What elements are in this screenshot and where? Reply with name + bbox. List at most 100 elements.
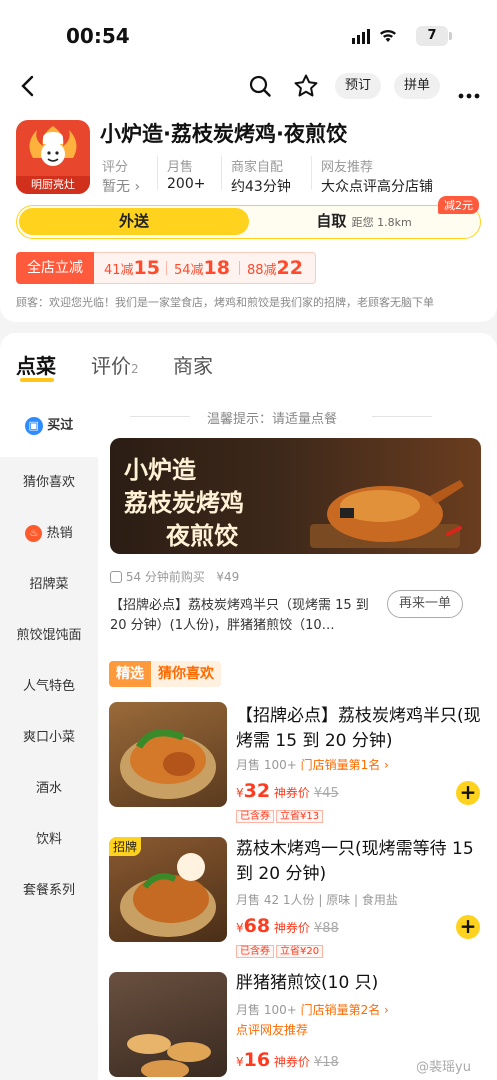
coupon-saving: 立省¥20 [276, 945, 324, 958]
sidebar-item-label: 买过 [47, 418, 74, 433]
stat-label-recommend: 网友推荐 [321, 160, 374, 175]
pickup-discount-badge: 减2元 [438, 196, 479, 214]
category-sidebar: ▣ 买过 猜你喜欢 ♨ 热销 招牌菜 煎饺馄饨面 人气特色 爽口小菜 酒水 饮料… [0, 395, 98, 1080]
product-name[interactable]: 荔枝木烤鸡一只(现烤需等待 15 到 20 分钟) [236, 837, 484, 887]
status-bar: 00:54 7 [0, 0, 497, 66]
back-icon[interactable] [18, 74, 38, 102]
promo-item: 54减18 [174, 253, 230, 286]
stat-value-recommend: 大众点评高分店铺 [321, 179, 433, 195]
stat-value-rating: 暂无 [102, 179, 130, 195]
fire-icon: ♨ [25, 525, 43, 542]
sidebar-item-bought[interactable]: ▣ 买过 [0, 395, 98, 457]
stat-label-delivery: 商家自配 [231, 160, 284, 175]
section-tag-guess: 猜你喜欢 [151, 661, 221, 687]
more-icon[interactable] [458, 84, 480, 103]
delivery-mode-toggle: 外送 自取 距您 1.8km [16, 205, 481, 239]
divider [221, 156, 222, 190]
product-sales: 月售 42 1人份 | 原味 | 食用盐 [236, 893, 398, 907]
divider [372, 416, 432, 417]
battery-cap [449, 32, 452, 40]
sidebar-item-popular[interactable]: 人气特色 [0, 661, 98, 712]
bag-icon: ▣ [24, 416, 43, 435]
coupon-included: 已含券 [236, 945, 274, 958]
product-rank: 门店销量第2名 › [300, 1003, 389, 1017]
roast-chicken-icon [310, 480, 464, 548]
sidebar-item-signature[interactable]: 招牌菜 [0, 559, 98, 610]
promo-amount: 22 [276, 257, 303, 279]
product-image[interactable] [109, 972, 227, 1077]
promo-item: 88减22 [247, 253, 303, 286]
product-price-tag: 神券价 [273, 921, 310, 935]
promo-item: 41减15 [104, 253, 160, 286]
sidebar-item-drinks[interactable]: 饮料 [0, 814, 98, 865]
stat-rating[interactable]: 暂无 › [102, 176, 140, 196]
reorder-button[interactable]: 再来一单 [387, 590, 463, 618]
tab-order[interactable]: 点菜 [16, 350, 56, 379]
tab-reviews[interactable]: 评价2 [91, 350, 139, 379]
product-name[interactable]: 【招牌必点】荔枝炭烤鸡半只(现烤需 15 到 20 分钟) [236, 704, 484, 754]
sidebar-item-label: 热销 [46, 526, 73, 541]
store-banner[interactable]: 小炉造 荔枝炭烤鸡 夜煎饺 [110, 438, 481, 554]
promo-threshold: 54减 [174, 263, 204, 278]
sidebar-item-dumplings[interactable]: 煎饺馄饨面 [0, 610, 98, 661]
product-rank: 门店销量第1名 › [300, 758, 389, 772]
last-order-meta: 54 分钟前购买 ¥49 [110, 568, 239, 585]
watermark: @裴瑶yu [416, 1060, 471, 1075]
product-note: 点评网友推荐 [236, 1023, 309, 1037]
promo-amount: 15 [133, 257, 160, 279]
product-name[interactable]: 胖猪猪煎饺(10 只) [236, 971, 484, 996]
product-price-row: ¥68 神券价 ¥88 [236, 915, 339, 937]
book-button[interactable]: 预订 [335, 73, 381, 99]
tab-reviews-count: 2 [131, 362, 139, 376]
product-original-price: ¥88 [313, 921, 339, 936]
star-icon[interactable] [293, 73, 319, 103]
product-image[interactable] [109, 702, 227, 807]
sidebar-item-combos[interactable]: 套餐系列 [0, 865, 98, 916]
signature-badge: 招牌 [109, 837, 142, 856]
search-icon[interactable] [248, 74, 272, 102]
chef-logo-icon [29, 126, 77, 166]
promo-main-tag[interactable]: 全店立减 [16, 252, 94, 284]
sidebar-item-alcohol[interactable]: 酒水 [0, 763, 98, 814]
product-price: 32 [243, 780, 271, 802]
store-logo: 明厨亮灶 [16, 120, 90, 194]
status-time: 00:54 [66, 24, 130, 48]
coupon-saving: 立省¥13 [276, 810, 324, 823]
stat-value-sales: 200+ [167, 176, 206, 192]
product-original-price: ¥18 [313, 1055, 339, 1070]
product-sales-row: 月售 100+ 门店销量第2名 › [236, 1001, 389, 1018]
divider [157, 156, 158, 190]
battery-icon: 7 [416, 26, 448, 46]
add-to-cart-button[interactable]: + [456, 915, 480, 939]
sidebar-item-sides[interactable]: 爽口小菜 [0, 712, 98, 763]
product-sales-row: 月售 100+ 门店销量第1名 › [236, 756, 389, 773]
pickup-distance: 距您 1.8km [351, 216, 412, 229]
sidebar-item-guess[interactable]: 猜你喜欢 [0, 457, 98, 508]
tab-underline [20, 378, 54, 382]
last-order-desc: 【招牌必点】荔枝炭烤鸡半只（现烤需 15 到 20 分钟）(1人份)，胖猪猪煎饺… [110, 598, 369, 633]
divider [311, 156, 312, 190]
promo-amount: 18 [203, 257, 230, 279]
sidebar-item-hot[interactable]: ♨ 热销 [0, 508, 98, 559]
clock-icon [110, 571, 122, 583]
delivery-tab[interactable]: 外送 [19, 208, 249, 235]
store-notice: 顾客：欢迎您光临！我们是一家堂食店，烤鸡和煎饺是我们家的招牌，老顾客无脑下单 [16, 296, 434, 309]
product-price-row: ¥16 神券价 ¥18 [236, 1049, 339, 1071]
group-order-button[interactable]: 拼单 [394, 73, 440, 99]
banner-line-2: 荔枝炭烤鸡 [124, 488, 244, 517]
product-price-tag: 神券价 [273, 1055, 310, 1069]
add-to-cart-button[interactable]: + [456, 781, 480, 805]
last-order-price: ¥49 [216, 570, 240, 584]
logo-strip: 明厨亮灶 [16, 176, 90, 194]
tab-merchant[interactable]: 商家 [173, 350, 213, 379]
stat-label-rating: 评分 [102, 160, 129, 175]
last-order-time: 54 分钟前购买 [125, 570, 205, 584]
product-price: 16 [243, 1049, 271, 1071]
tip-text: 温馨提示：请适量点餐 [207, 412, 338, 427]
banner-line-3: 夜煎饺 [166, 521, 238, 550]
product-price-tag: 神券价 [273, 786, 310, 800]
divider [239, 261, 240, 275]
tab-bar [0, 333, 497, 395]
promo-list[interactable]: 41减15 54减18 88减22 [94, 252, 316, 284]
product-original-price: ¥45 [313, 786, 339, 801]
